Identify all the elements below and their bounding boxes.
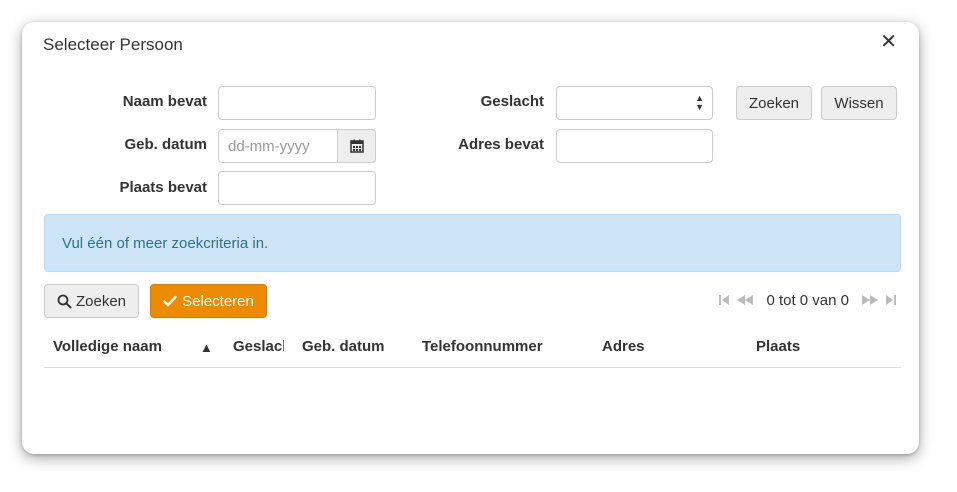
select-button[interactable]: Selecteren: [150, 284, 267, 318]
column-header-birthdate[interactable]: Geb. datum: [302, 338, 412, 355]
check-icon: [163, 295, 177, 307]
column-header-phone[interactable]: Telefoonnummer: [422, 338, 572, 355]
gender-select[interactable]: ▲ ▼: [556, 86, 713, 120]
last-page-icon[interactable]: [885, 294, 897, 306]
column-header-address[interactable]: Adres: [602, 338, 702, 355]
toolbar-search-button[interactable]: Zoeken: [44, 284, 139, 318]
name-input[interactable]: [218, 86, 376, 120]
place-input[interactable]: [218, 171, 376, 205]
pager: 0 tot 0 van 0: [718, 288, 897, 312]
column-header-place[interactable]: Plaats: [756, 338, 856, 355]
previous-page-icon[interactable]: [736, 294, 754, 306]
gender-label: Geslacht: [480, 93, 544, 110]
place-label: Plaats bevat: [119, 179, 207, 196]
calendar-icon: [349, 139, 364, 153]
birthdate-label: Geb. datum: [124, 136, 207, 153]
clear-button[interactable]: Wissen: [821, 86, 897, 120]
column-header-full-name[interactable]: Volledige naam: [53, 338, 193, 355]
birthdate-input[interactable]: [218, 129, 339, 163]
info-alert: Vul één of meer zoekcriteria in.: [44, 214, 901, 272]
pager-text: 0 tot 0 van 0: [766, 291, 849, 309]
toolbar-search-label: Zoeken: [75, 292, 127, 310]
first-page-icon[interactable]: [718, 294, 730, 306]
close-icon[interactable]: ✕: [880, 32, 897, 52]
select-label: Selecteren: [182, 292, 254, 310]
name-label: Naam bevat: [122, 93, 207, 110]
form-search-button[interactable]: Zoeken: [736, 86, 812, 120]
table-header-divider: [44, 367, 901, 368]
sort-ascending-icon[interactable]: ▲: [200, 340, 216, 355]
address-input[interactable]: [556, 129, 713, 163]
address-label: Adres bevat: [458, 136, 544, 153]
search-icon: [57, 294, 72, 308]
select-person-dialog: Selecteer Persoon ✕ Naam bevat Geslacht …: [22, 22, 919, 454]
column-header-gender[interactable]: Geslacht: [233, 338, 284, 355]
select-arrows-icon: ▲ ▼: [695, 93, 704, 112]
calendar-button[interactable]: [337, 129, 376, 163]
next-page-icon[interactable]: [861, 294, 879, 306]
dialog-title: Selecteer Persoon: [43, 35, 183, 54]
